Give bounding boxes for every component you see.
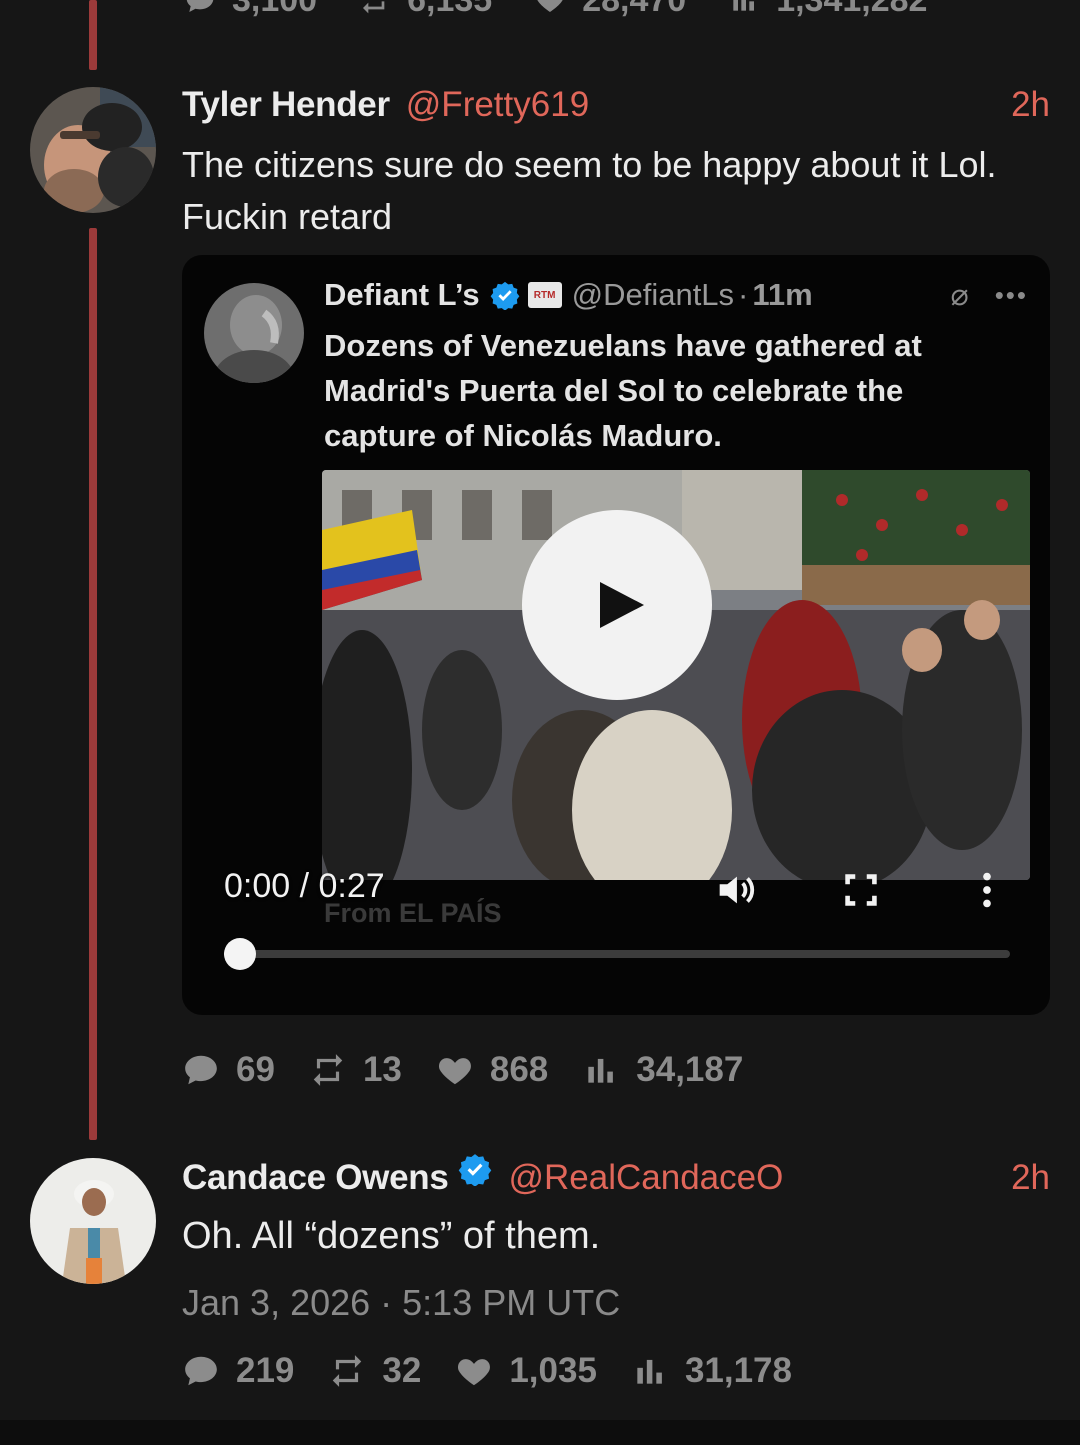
view-count-button[interactable]: 34,187 — [582, 1050, 743, 1090]
reply-count-button[interactable]: 69 — [182, 1050, 275, 1090]
heart-icon — [458, 1359, 491, 1386]
post-text: The citizens sure do seem to be happy ab… — [182, 144, 997, 237]
grok-icon[interactable]: ⌀ — [951, 278, 969, 313]
heart-icon — [438, 1058, 471, 1085]
repost-count-button[interactable]: 13 — [309, 1050, 402, 1090]
avatar[interactable] — [30, 87, 156, 213]
fullscreen-icon — [845, 874, 877, 906]
video-more-button[interactable] — [964, 867, 1010, 913]
ghost-source-text: From EL PAÍS — [324, 898, 502, 928]
views-icon — [588, 1058, 614, 1083]
like-count-button[interactable]: 1,035 — [455, 1351, 597, 1391]
reply-post-stats: 69 13 868 34,187 — [182, 1050, 743, 1090]
repost-icon — [313, 1054, 343, 1086]
reply-count-button[interactable]: 219 — [182, 1351, 294, 1391]
bottom-edge — [0, 1420, 1080, 1445]
reply-count: 219 — [236, 1351, 295, 1390]
reply-post-header: Tyler Hender @Fretty619 2h — [182, 85, 1050, 125]
quoted-post-card[interactable]: Defiant L’s RTM @DefiantLs · 11m ⌀ ••• D… — [182, 255, 1050, 1015]
post-time[interactable]: 2h — [1011, 1158, 1050, 1198]
quoted-avatar[interactable] — [204, 283, 304, 383]
repost-count-button[interactable]: 32 — [328, 1351, 421, 1391]
affiliate-badge: RTM — [527, 282, 562, 308]
quoted-time[interactable]: 11m — [752, 277, 812, 313]
main-post-stats: 219 32 1,035 31,178 — [182, 1351, 792, 1391]
play-button[interactable] — [522, 510, 712, 700]
volume-icon — [719, 876, 755, 904]
comment-icon — [185, 1356, 217, 1386]
views-icon — [637, 1359, 662, 1384]
like-count: 868 — [489, 1050, 549, 1089]
quoted-header: Defiant L’s RTM @DefiantLs · 11m ⌀ ••• — [324, 277, 1028, 313]
view-count: 34,187 — [636, 1050, 744, 1089]
reply-count: 69 — [236, 1050, 275, 1089]
main-post-header: Candace Owens @RealCandaceO 2h — [182, 1154, 1050, 1198]
fullscreen-button[interactable] — [838, 867, 884, 913]
verified-icon — [490, 281, 519, 310]
quoted-avatar-image — [204, 283, 304, 383]
verified-icon — [459, 1154, 492, 1186]
repost-icon — [333, 1355, 362, 1387]
view-count-button[interactable]: 31,178 — [631, 1351, 792, 1391]
seek-bar[interactable] — [223, 938, 1010, 970]
view-count: 31,178 — [684, 1351, 792, 1390]
quoted-author-name[interactable]: Defiant L’s — [324, 277, 480, 313]
post-date[interactable]: Jan 3, 2026 · 5:13 PM UTC — [182, 1282, 620, 1324]
more-vertical-icon — [983, 872, 991, 908]
avatar-image — [30, 87, 156, 213]
author-name[interactable]: Candace Owens — [182, 1158, 449, 1198]
seek-knob[interactable] — [223, 938, 256, 970]
avatar[interactable] — [30, 1158, 156, 1284]
author-handle[interactable]: @RealCandaceO — [508, 1158, 783, 1198]
reply-post[interactable]: Tyler Hender @Fretty619 2h The citizens … — [0, 0, 1080, 1140]
author-handle[interactable]: @Fretty619 — [406, 85, 589, 125]
comment-icon — [185, 1055, 217, 1085]
more-horizontal-icon[interactable]: ••• — [995, 280, 1028, 311]
play-icon — [600, 582, 644, 628]
quoted-handle[interactable]: @DefiantLs — [572, 277, 734, 313]
volume-button[interactable] — [712, 867, 758, 913]
like-count-button[interactable]: 868 — [436, 1050, 548, 1090]
like-count: 1,035 — [509, 1351, 597, 1390]
post-text: Oh. All “dozens” of them. — [182, 1215, 601, 1257]
repost-count: 32 — [382, 1351, 422, 1390]
repost-count: 13 — [362, 1050, 402, 1089]
post-time[interactable]: 2h — [1011, 85, 1050, 125]
quoted-separator: · — [738, 277, 749, 312]
avatar-image — [30, 1158, 156, 1284]
quoted-text: Dozens of Venezuelans have gathered at M… — [324, 328, 922, 453]
author-name[interactable]: Tyler Hender — [182, 85, 390, 125]
